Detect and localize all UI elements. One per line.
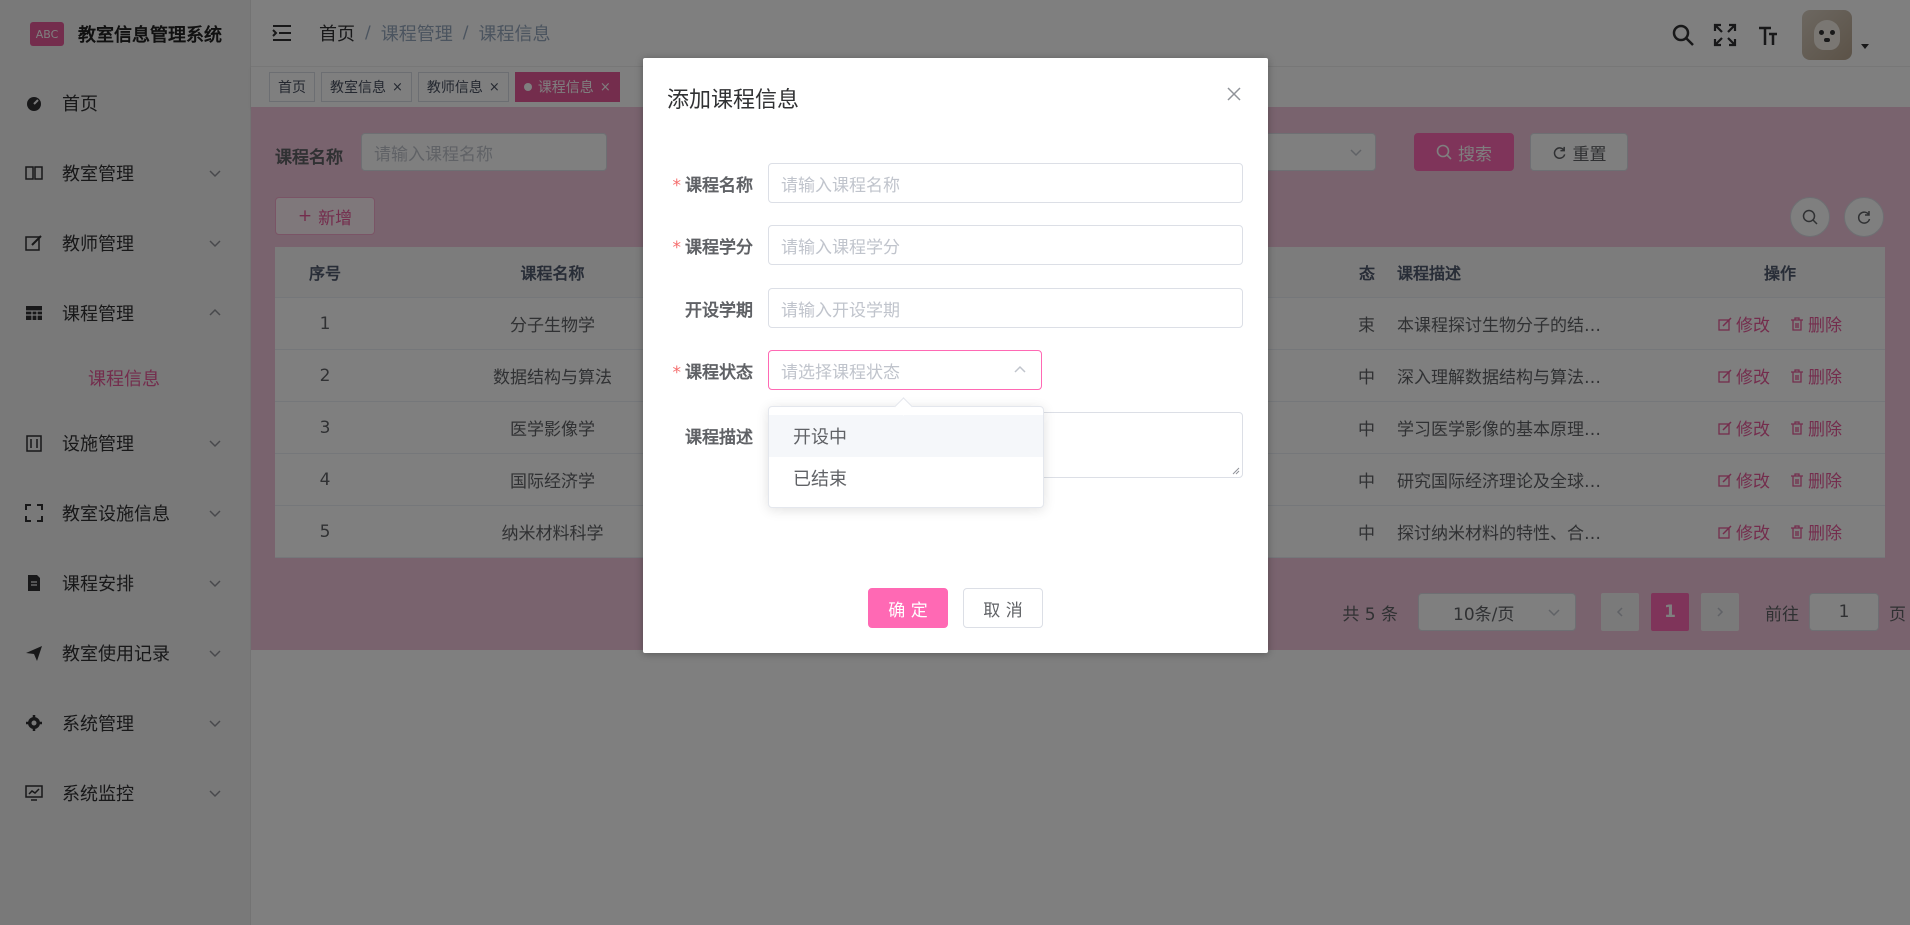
resize-handle-icon[interactable]: [1230, 465, 1240, 475]
course-status-placeholder: 请选择课程状态: [781, 362, 900, 383]
field-label-course-status: * 课程状态: [643, 358, 754, 383]
field-label-text: 课程名称: [685, 176, 753, 196]
course-name-input[interactable]: 请输入课程名称: [768, 163, 1243, 203]
status-option-ended[interactable]: 已结束: [769, 457, 1043, 499]
field-label-semester: 开设学期: [643, 296, 753, 321]
required-mark: *: [672, 238, 682, 258]
required-mark: *: [672, 176, 682, 196]
course-status-select[interactable]: 请选择课程状态: [768, 350, 1042, 390]
close-icon[interactable]: [1226, 86, 1242, 102]
course-status-dropdown: 开设中 已结束: [768, 397, 1044, 508]
add-course-dialog: 添加课程信息 * 课程名称 请输入课程名称 * 课程学分 请输入课程学分 开设学期 …: [643, 58, 1268, 653]
dropdown-arrow: [894, 397, 913, 416]
course-credit-input[interactable]: 请输入课程学分: [768, 225, 1243, 265]
chevron-up-icon: [1014, 365, 1026, 373]
dialog-title: 添加课程信息: [667, 88, 800, 113]
confirm-button[interactable]: 确 定: [868, 588, 948, 628]
cancel-button[interactable]: 取 消: [963, 588, 1043, 628]
status-option-open[interactable]: 开设中: [769, 415, 1043, 457]
field-label-course-desc: 课程描述: [643, 423, 753, 448]
field-label-course-credit: * 课程学分: [643, 233, 754, 258]
field-label-text: 课程描述: [685, 428, 753, 448]
semester-input[interactable]: 请输入开设学期: [768, 288, 1243, 328]
field-label-text: 课程学分: [685, 238, 753, 258]
field-label-text: 课程状态: [685, 363, 753, 383]
required-mark: *: [672, 363, 682, 383]
field-label-course-name: * 课程名称: [643, 171, 754, 196]
field-label-text: 开设学期: [685, 301, 753, 321]
